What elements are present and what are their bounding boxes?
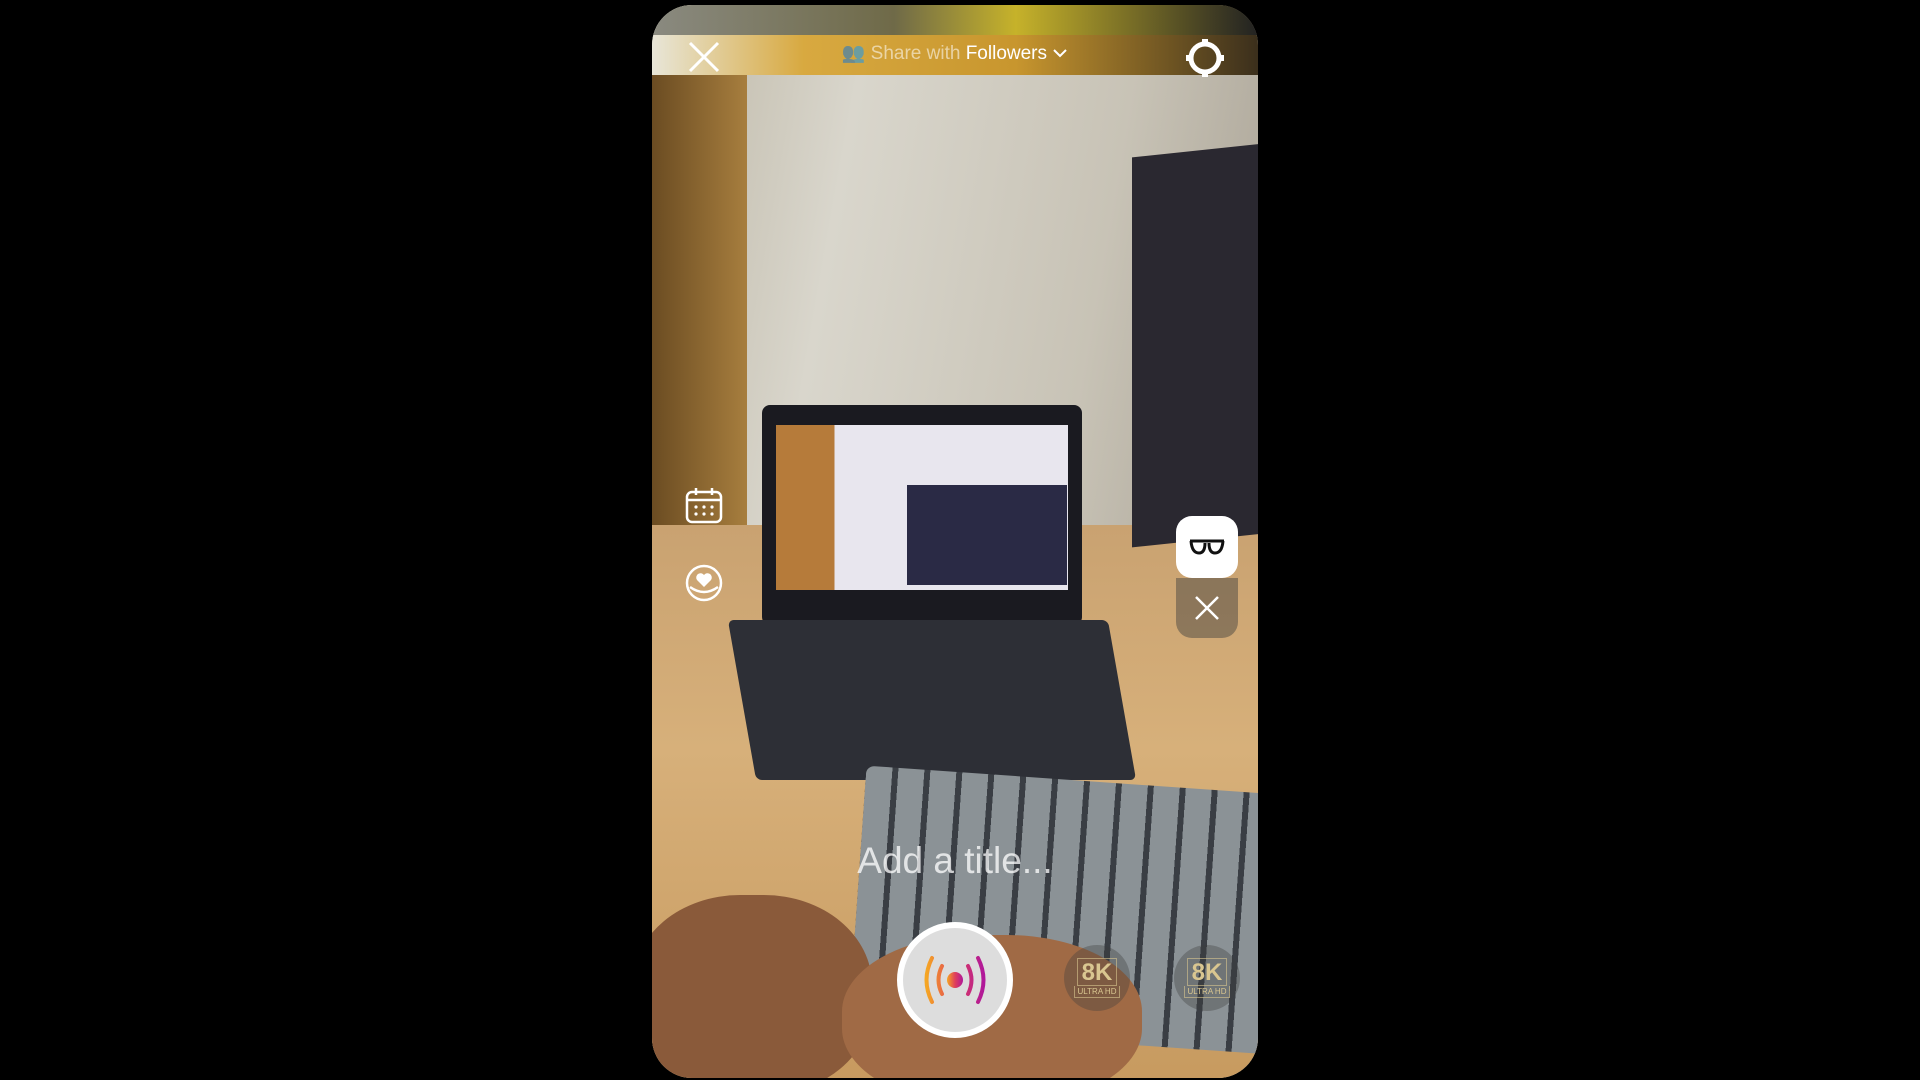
effect-glasses-button[interactable] xyxy=(1176,516,1238,578)
audience-prefix: Share with xyxy=(870,43,961,64)
calendar-icon xyxy=(685,488,723,524)
quality-badge[interactable]: 8K ULTRA HD xyxy=(1064,945,1130,1011)
settings-button[interactable] xyxy=(1184,37,1226,79)
audience-selector[interactable]: 👥 Share with Followers xyxy=(652,41,1258,65)
quality-badge-label: 8K xyxy=(1186,958,1228,986)
fundraiser-button[interactable] xyxy=(684,563,724,603)
heart-circle-icon xyxy=(685,564,723,602)
title-input[interactable]: Add a title... xyxy=(652,840,1258,882)
remove-effect-button[interactable] xyxy=(1176,578,1238,638)
live-camera-screen: 👥 Share with Followers Add a title... 8K… xyxy=(652,5,1258,1078)
quality-badge-sub: ULTRA HD xyxy=(1073,986,1121,998)
quality-badge[interactable]: 8K ULTRA HD xyxy=(1174,945,1240,1011)
quality-badge-sub: ULTRA HD xyxy=(1183,986,1231,998)
camera-preview xyxy=(652,5,1258,1078)
schedule-button[interactable] xyxy=(684,485,724,525)
gear-icon xyxy=(1186,39,1224,77)
people-icon: 👥 xyxy=(841,43,866,64)
go-live-button[interactable] xyxy=(897,922,1013,1038)
live-broadcast-icon xyxy=(924,956,986,1004)
close-icon xyxy=(1195,596,1219,620)
audience-value: Followers xyxy=(965,43,1048,64)
quality-badge-label: 8K xyxy=(1076,958,1118,986)
glasses-icon xyxy=(1189,539,1225,555)
chevron-down-icon xyxy=(1053,49,1068,58)
